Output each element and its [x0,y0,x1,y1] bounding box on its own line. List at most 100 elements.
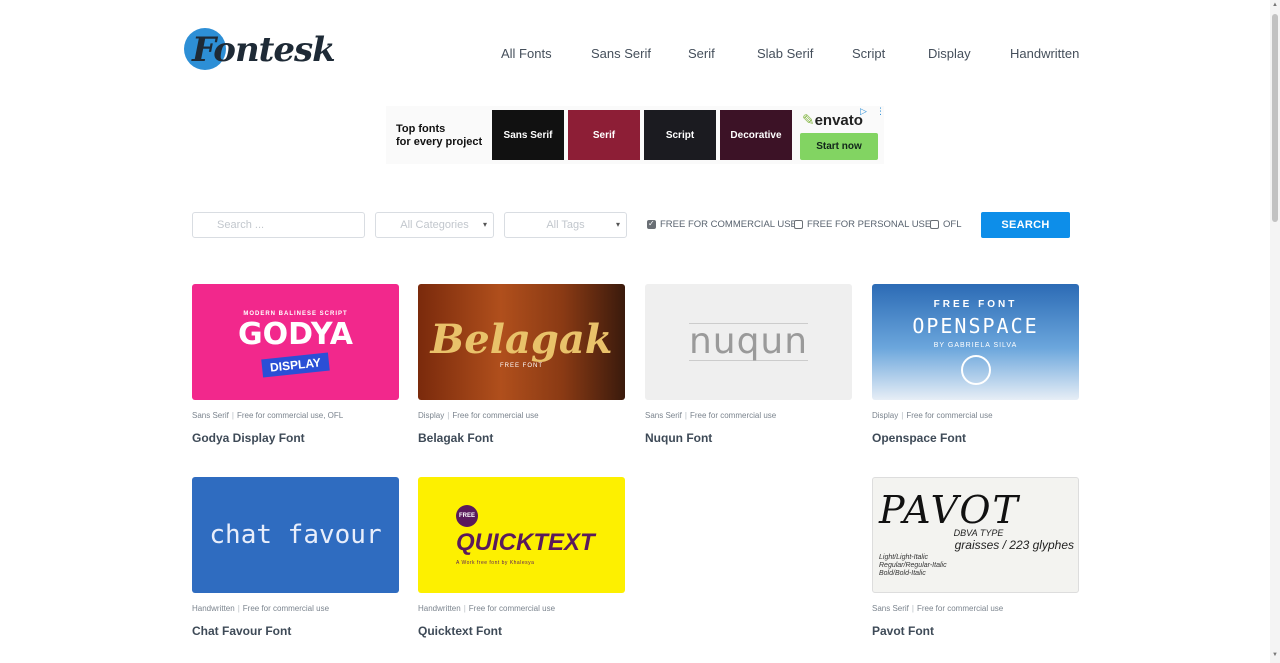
thumb-main-text: OPENSPACE [912,314,1039,338]
card-meta: Sans Serif | Free for commercial use [645,411,776,420]
categories-select[interactable]: All Categories ▾ [375,212,494,238]
card-meta: Handwritten | Free for commercial use [192,604,329,613]
font-thumbnail[interactable]: PAVOT DBVA TYPE graisses / 223 glyphes L… [872,477,1079,593]
checkbox-unchecked[interactable] [794,220,803,229]
meta-separator: | [447,411,450,420]
meta-separator: | [684,411,687,420]
font-thumbnail[interactable]: FREE QUICKTEXT A Work free font by Khale… [418,477,625,593]
scrollbar-thumb[interactable] [1272,14,1278,222]
filter-ofl[interactable]: OFL [930,219,961,230]
card-title[interactable]: Godya Display Font [192,431,305,445]
font-thumbnail[interactable]: chat favour [192,477,399,593]
card-category[interactable]: Sans Serif [645,411,682,420]
checkbox-label: FREE FOR PERSONAL USE [807,219,932,230]
card-category[interactable]: Handwritten [192,604,235,613]
meta-separator: | [901,411,904,420]
circle-logo-icon [960,355,991,385]
scroll-down-arrow-icon[interactable]: ▼ [1272,652,1278,658]
thumb-sub-text: A Work free font by Khalesya [456,559,535,566]
thumb-sub-text: DBVA TYPE [953,528,1004,538]
card-category[interactable]: Sans Serif [192,411,229,420]
ad-headline-line1: Top fonts [396,123,446,135]
card-meta: Handwritten | Free for commercial use [418,604,555,613]
chevron-down-icon: ▾ [615,220,620,229]
envato-leaf-icon: ✎ [802,112,815,129]
ad-tile-label: Serif [592,129,616,141]
ad-tile-label: Script [665,129,695,141]
ad-tile-sans-serif[interactable]: Sans Serif [492,110,564,160]
main-nav: All Fonts Sans Serif Serif Slab Serif Sc… [0,46,1280,62]
thumb-main-text: GODYA [238,316,353,352]
more-vertical-icon[interactable]: ⋮ [876,106,885,117]
card-title[interactable]: Quicktext Font [418,624,502,638]
card-license: Free for commercial use [906,411,993,420]
ad-tile-serif[interactable]: Serif [568,110,640,160]
search-input[interactable] [192,212,365,238]
card-license: Free for commercial use [468,604,556,613]
scroll-up-arrow-icon[interactable]: ▲ [1272,2,1278,8]
thumb-main-text: QUICKTEXT [456,528,595,556]
card-meta: Sans Serif | Free for commercial use [872,604,1003,613]
ad-start-now-button[interactable]: Start now [800,133,878,160]
card-category[interactable]: Display [872,411,898,420]
card-title[interactable]: Nuqun Font [645,431,712,445]
ad-headline-line2: for every project [396,136,483,148]
ad-headline: Top fonts for every project [396,123,482,149]
meta-separator: | [463,604,466,613]
envato-brand-text: envato [814,112,863,129]
ad-tile-script[interactable]: Script [644,110,716,160]
checkbox-unchecked[interactable] [930,220,939,229]
envato-logo: ✎envato [802,111,863,129]
ad-choices-icon[interactable]: ▷ [860,106,867,117]
card-category[interactable]: Handwritten [418,604,461,613]
checkbox-checked[interactable] [647,219,656,229]
card-license: Free for commercial use [242,604,330,613]
thumb-small-text: FREE FONT [933,299,1018,310]
categories-select-value: All Categories [400,219,469,231]
thumb-free-badge: FREE [456,504,478,527]
ad-tile-decorative[interactable]: Decorative [720,110,792,160]
search-button[interactable]: SEARCH [981,212,1070,238]
checkbox-label: OFL [943,219,962,230]
thumb-main-text: Belagak [430,315,613,363]
card-title[interactable]: Pavot Font [872,624,934,638]
font-thumbnail[interactable]: FREE FONT OPENSPACE BY GABRIELA SILVA [872,284,1079,400]
nav-sans-serif[interactable]: Sans Serif [591,46,651,61]
card-license: Free for commercial use, OFL [236,411,344,420]
filter-free-commercial[interactable]: FREE FOR COMMERCIAL USE [647,219,797,230]
thumb-main-text: PAVOT [879,488,1020,532]
card-category[interactable]: Display [418,411,444,420]
card-meta: Sans Serif | Free for commercial use, OFL [192,411,343,420]
ad-tile-label: Sans Serif [503,129,553,141]
nav-serif[interactable]: Serif [688,46,715,61]
nav-handwritten[interactable]: Handwritten [1010,46,1079,61]
chevron-down-icon: ▾ [482,220,487,229]
page-scrollbar[interactable]: ▲ ▼ [1270,0,1280,663]
card-meta: Display | Free for commercial use [872,411,993,420]
font-thumbnail[interactable]: nuqun [645,284,852,400]
thumb-sub-text: BY GABRIELA SILVA [933,342,1018,349]
tags-select-value: All Tags [546,219,585,231]
card-title[interactable]: Belagak Font [418,431,493,445]
card-title[interactable]: Openspace Font [872,431,966,445]
tags-select[interactable]: All Tags ▾ [504,212,627,238]
thumb-line-text: graisses / 223 glyphes [954,538,1074,552]
meta-separator: | [237,604,240,613]
nav-all-fonts[interactable]: All Fonts [501,46,552,61]
card-category[interactable]: Sans Serif [872,604,909,613]
nav-display[interactable]: Display [928,46,971,61]
font-thumbnail[interactable]: Belagak FREE FONT [418,284,625,400]
nav-script[interactable]: Script [852,46,885,61]
thumb-tag: DISPLAY [261,352,330,377]
ad-banner[interactable]: Top fonts for every project Sans Serif S… [386,106,885,164]
meta-separator: | [231,411,234,420]
ad-tile-label: Decorative [730,129,782,141]
nav-slab-serif[interactable]: Slab Serif [757,46,813,61]
font-thumbnail[interactable]: MODERN BALINESE SCRIPT GODYA DISPLAY [192,284,399,400]
filter-free-personal[interactable]: FREE FOR PERSONAL USE [794,219,931,230]
checkbox-label: FREE FOR COMMERCIAL USE [660,219,797,230]
thumb-sub-text: FREE FONT [500,362,543,369]
card-title[interactable]: Chat Favour Font [192,624,291,638]
thumb-main-text: nuqun [688,321,809,362]
card-meta: Display | Free for commercial use [418,411,539,420]
